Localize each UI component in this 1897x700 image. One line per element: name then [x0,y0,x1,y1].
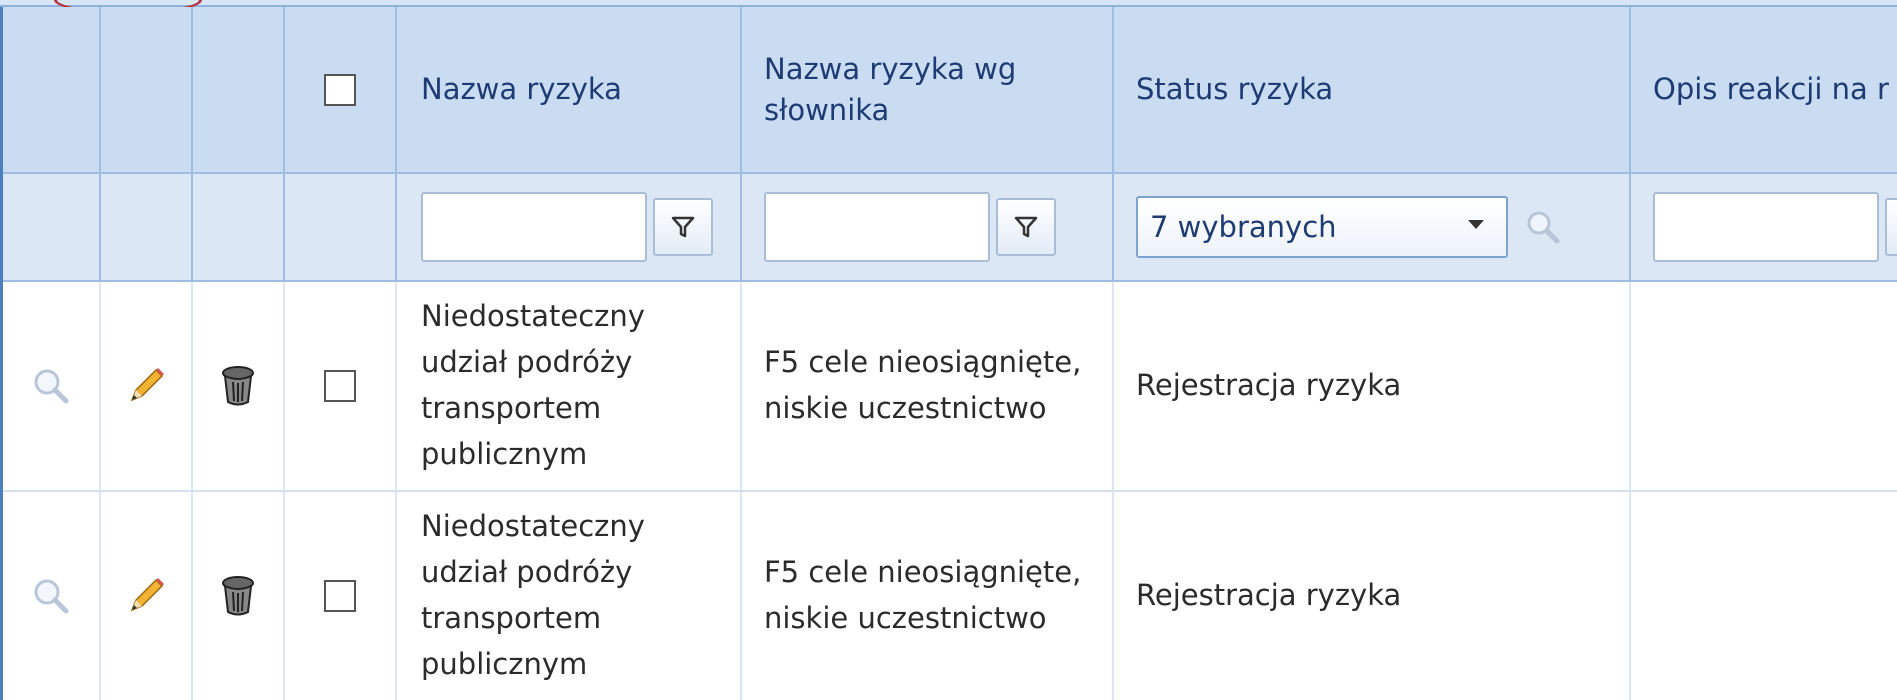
risks-grid: Nazwa ryzyka Nazwa ryzyka wg słownika St… [0,7,1897,700]
header-delete-column [193,7,285,172]
edit-cell [101,282,193,490]
risk-name-text: Niedostateczny udział podróży transporte… [421,299,645,471]
response-desc-cell [1631,282,1897,490]
filter-risk-name-dict-input[interactable] [764,192,990,262]
risk-status-text: Rejestracja ryzyka [1136,368,1402,403]
header-select-column [285,7,397,172]
search-icon[interactable] [1524,208,1562,246]
pencil-icon[interactable] [124,364,168,408]
header-risk-name-label: Nazwa ryzyka [421,72,622,107]
magnifier-icon[interactable] [31,366,71,406]
select-cell [285,492,397,700]
table-row: Niedostateczny udział podróży transporte… [3,282,1897,492]
view-cell [3,492,101,700]
risk-status-dropdown[interactable]: 7 wybranych [1136,196,1508,258]
header-risk-status-label: Status ryzyka [1136,72,1334,107]
header-response-desc-label: Opis reakcji na r [1653,72,1889,107]
filter-empty-0 [3,174,101,280]
header-risk-name-dict[interactable]: Nazwa ryzyka wg słownika [742,7,1114,172]
funnel-icon [1013,214,1039,240]
filter-empty-1 [101,174,193,280]
header-risk-name-dict-label: Nazwa ryzyka wg słownika [764,51,1017,127]
edit-cell [101,492,193,700]
grid-header-row: Nazwa ryzyka Nazwa ryzyka wg słownika St… [3,7,1897,174]
risk-name-dict-text: F5 cele nieosiągnięte, niskie uczestnict… [764,555,1082,635]
risk-name-dict-cell: F5 cele nieosiągnięte, niskie uczestnict… [742,492,1114,700]
grid-filter-row: 7 wybranych [3,174,1897,282]
trash-icon[interactable] [218,574,258,618]
filter-response-desc-cell [1631,174,1897,280]
table-row: Niedostateczny udział podróży transporte… [3,492,1897,700]
row-checkbox[interactable] [324,370,356,402]
view-cell [3,282,101,490]
risk-status-cell: Rejestracja ryzyka [1114,492,1631,700]
filter-response-desc-input[interactable] [1653,192,1879,262]
header-edit-column [101,7,193,172]
magnifier-icon[interactable] [31,576,71,616]
response-desc-cell [1631,492,1897,700]
header-risk-name[interactable]: Nazwa ryzyka [397,7,742,172]
filter-risk-name-button[interactable] [653,198,713,256]
filter-risk-name-dict-button[interactable] [996,198,1056,256]
filter-risk-status-cell: 7 wybranych [1114,174,1631,280]
header-response-desc[interactable]: Opis reakcji na r [1631,7,1897,172]
filter-empty-3 [285,174,397,280]
risk-name-text: Niedostateczny udział podróży transporte… [421,509,645,681]
filter-risk-name-input[interactable] [421,192,647,262]
grid-top-strip [0,0,1897,7]
risk-status-selected-value: 7 wybranych [1150,210,1337,244]
risk-name-cell: Niedostateczny udział podróży transporte… [397,492,742,700]
select-all-checkbox[interactable] [324,73,356,106]
risk-name-dict-cell: F5 cele nieosiągnięte, niskie uczestnict… [742,282,1114,490]
trash-icon[interactable] [218,364,258,408]
pencil-icon[interactable] [124,574,168,618]
funnel-icon [670,214,696,240]
select-cell [285,282,397,490]
delete-cell [193,492,285,700]
risk-status-cell: Rejestracja ryzyka [1114,282,1631,490]
row-checkbox[interactable] [324,580,356,612]
filter-empty-2 [193,174,285,280]
risk-name-cell: Niedostateczny udział podróży transporte… [397,282,742,490]
filter-risk-name-dict-cell [742,174,1114,280]
risk-name-dict-text: F5 cele nieosiągnięte, niskie uczestnict… [764,345,1082,425]
header-risk-status[interactable]: Status ryzyka [1114,7,1631,172]
chevron-down-icon [1468,220,1484,229]
risk-status-text: Rejestracja ryzyka [1136,578,1402,613]
delete-cell [193,282,285,490]
filter-response-desc-button[interactable] [1885,198,1897,256]
header-view-column [3,7,101,172]
filter-risk-name-cell [397,174,742,280]
